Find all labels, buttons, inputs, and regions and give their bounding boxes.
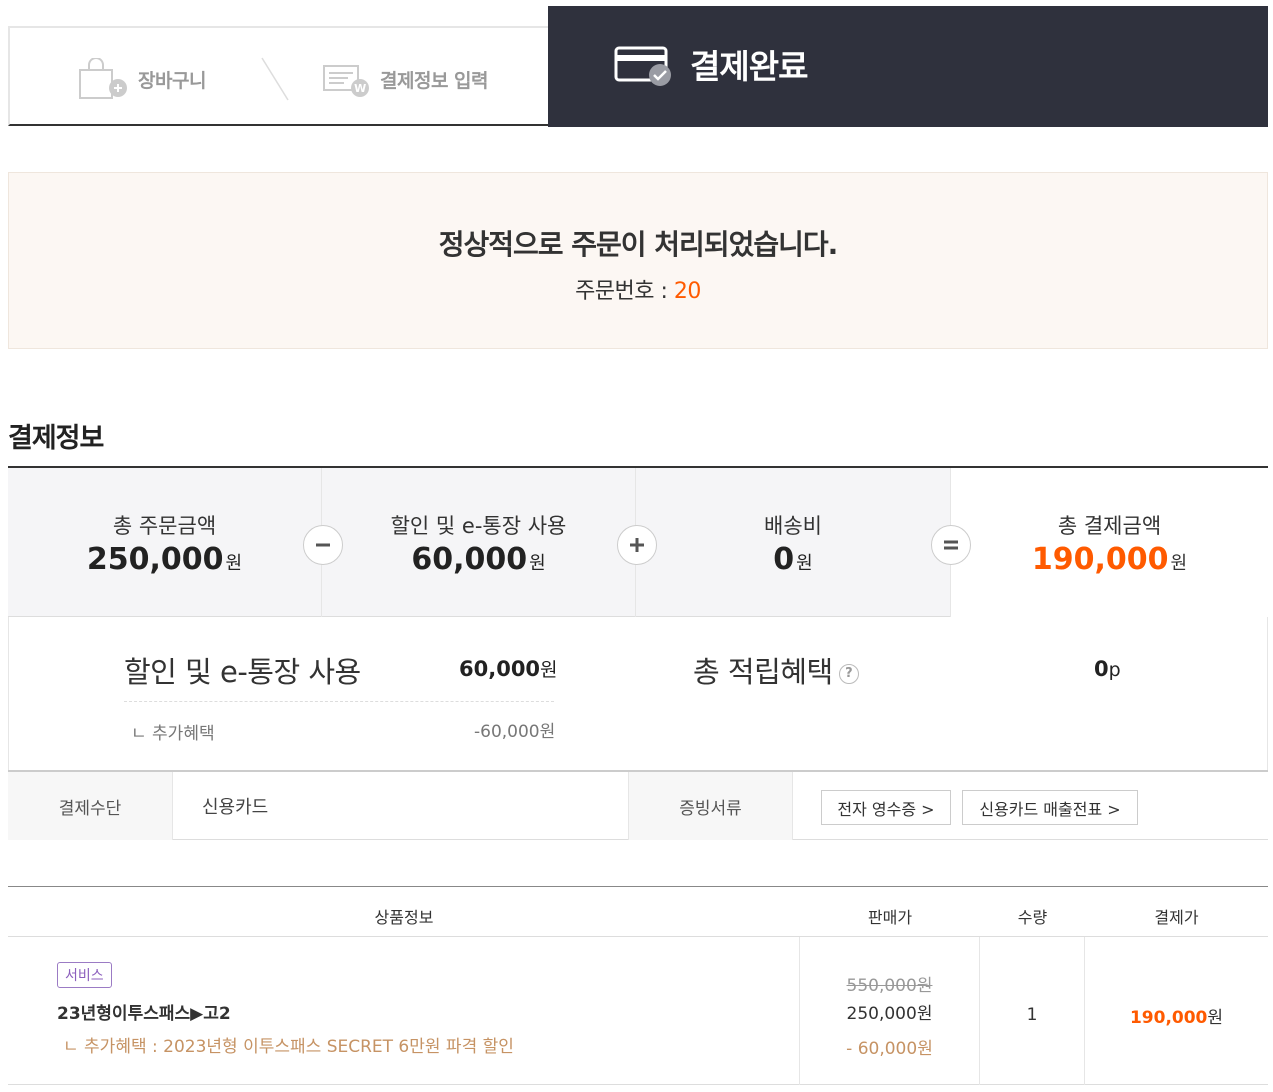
product-table-header: 상품정보 판매가 수량 결제가 xyxy=(8,887,1268,937)
summary-total-pay: 총 결제금액 190,000 원 xyxy=(950,468,1268,617)
total-order-label: 총 주문금액 xyxy=(112,514,217,538)
service-badge: 서비스 xyxy=(57,962,112,988)
card-check-icon xyxy=(614,46,671,86)
step-complete: 결제완료 xyxy=(548,6,1268,127)
points-value: 0p xyxy=(1094,657,1121,681)
total-order-amount: 250,000 원 xyxy=(86,542,243,577)
row-discount: - 60,000원 xyxy=(846,1039,933,1059)
price-cell: 550,000원 250,000원 - 60,000원 xyxy=(800,937,980,1085)
original-price: 550,000원 xyxy=(846,976,933,996)
order-steps: 장바구니 W 결제정보 입력 결제완료 xyxy=(8,6,1268,127)
method-value: 신용카드 xyxy=(202,797,269,818)
order-number-line: 주문번호 : 20 xyxy=(9,273,1267,305)
detail-extra-label: ㄴ 추가혜택 xyxy=(131,724,215,744)
card-slip-button[interactable]: 신용카드 매출전표 > xyxy=(962,790,1138,825)
header-product-info: 상품정보 xyxy=(374,908,434,927)
payment-detail: 할인 및 e-통장 사용 60,000원 ㄴ 추가혜택 -60,000원 총 적… xyxy=(8,617,1268,771)
step-payinfo-label: 결제정보 입력 xyxy=(380,69,489,92)
plus-icon xyxy=(617,525,657,565)
qty-cell: 1 xyxy=(980,937,1085,1085)
shipping-amount: 0원 xyxy=(773,542,813,577)
product-table: 상품정보 판매가 수량 결제가 서비스 23년형이투스패스▶고2 ㄴ 추가혜택 … xyxy=(8,886,1268,1086)
svg-text:W: W xyxy=(354,82,366,95)
row-qty: 1 xyxy=(1026,1005,1038,1025)
table-row: 서비스 23년형이투스패스▶고2 ㄴ 추가혜택 : 2023년형 이투스패스 S… xyxy=(8,937,1268,1085)
steps-inactive-area: 장바구니 W 결제정보 입력 xyxy=(8,26,548,126)
shopping-bag-icon xyxy=(79,58,127,99)
total-pay-amount: 190,000 원 xyxy=(1031,542,1188,577)
help-icon[interactable]: ? xyxy=(838,664,859,684)
payment-form-icon: W xyxy=(323,65,369,97)
header-price: 판매가 xyxy=(867,908,913,927)
step-cart: 장바구니 xyxy=(78,58,206,100)
completion-box: 정상적으로 주문이 처리되었습니다. 주문번호 : 20 xyxy=(8,172,1268,349)
product-name[interactable]: 23년형이투스패스▶고2 xyxy=(57,999,231,1024)
summary-discount: 할인 및 e-통장 사용 60,000 원 xyxy=(322,468,636,617)
method-label: 결제수단 xyxy=(8,772,173,840)
detail-extra-amount: -60,000원 xyxy=(474,722,556,742)
step-cart-label: 장바구니 xyxy=(138,69,206,92)
detail-discount-amount: 60,000원 xyxy=(459,657,558,681)
summary-total-order: 총 주문금액 250,000 원 xyxy=(8,468,322,617)
sale-price: 250,000원 xyxy=(846,1004,933,1024)
row-final-price: 190,000원 xyxy=(1129,1008,1224,1028)
discount-label: 할인 및 e-통장 사용 xyxy=(390,514,567,538)
points-label: 총 적립혜택 xyxy=(693,655,833,689)
payment-method-bar: 결제수단 신용카드 증빙서류 전자 영수증 > 신용카드 매출전표 > xyxy=(8,770,1268,840)
shipping-label: 배송비 xyxy=(764,514,822,538)
minus-icon xyxy=(303,525,343,565)
product-benefit: ㄴ 추가혜택 : 2023년형 이투스패스 SECRET 6만원 파격 할인 xyxy=(63,1037,514,1057)
header-qty: 수량 xyxy=(1017,908,1048,927)
payment-summary: 총 주문금액 250,000 원 할인 및 e-통장 사용 60,000 원 배송비… xyxy=(8,466,1268,617)
order-number-value: 20 xyxy=(673,279,702,304)
detail-discount-label: 할인 및 e-통장 사용 xyxy=(124,655,361,689)
points-label-wrap: 총 적립혜택? xyxy=(693,649,859,691)
electronic-receipt-button[interactable]: 전자 영수증 > xyxy=(821,790,951,825)
step-separator-slash xyxy=(261,57,289,101)
total-pay-label: 총 결제금액 xyxy=(1057,514,1162,538)
payment-section-title: 결제정보 xyxy=(8,423,104,454)
order-number-label: 주문번호 : xyxy=(575,279,674,304)
detail-divider xyxy=(124,701,554,702)
header-pay: 결제가 xyxy=(1154,908,1199,927)
discount-amount: 60,000 원 xyxy=(411,542,546,577)
equals-icon xyxy=(931,525,971,565)
product-info-cell: 서비스 23년형이투스패스▶고2 ㄴ 추가혜택 : 2023년형 이투스패스 S… xyxy=(8,937,800,1085)
summary-shipping: 배송비 0원 xyxy=(636,468,950,617)
step-complete-label: 결제완료 xyxy=(690,46,808,86)
docs-label: 증빙서류 xyxy=(628,772,793,840)
pay-cell: 190,000원 xyxy=(1085,937,1268,1085)
step-payinfo: W 결제정보 입력 xyxy=(322,58,489,100)
completion-message: 정상적으로 주문이 처리되었습니다. xyxy=(438,228,839,261)
